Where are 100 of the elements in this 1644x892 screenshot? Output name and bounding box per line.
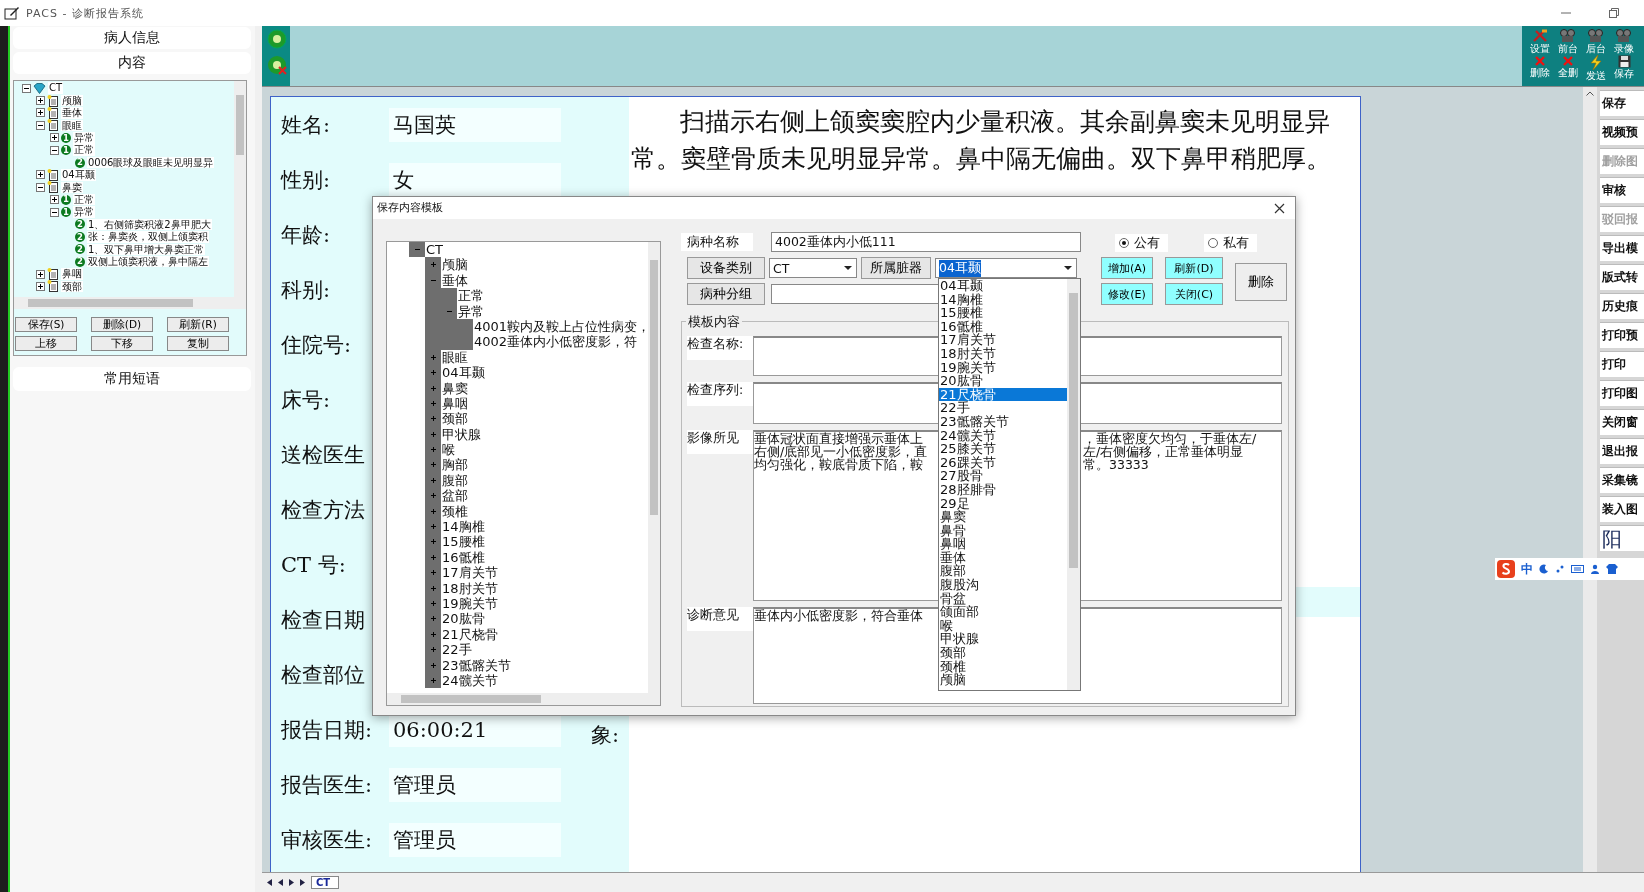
panel-header[interactable]: 常用短语 <box>13 367 251 391</box>
list-option[interactable]: 18肘关节 <box>939 346 1067 361</box>
tree-item[interactable]: 眼眶 <box>61 119 83 132</box>
close-icon[interactable] <box>1274 202 1285 214</box>
dropdown-field[interactable]: 04耳颞 <box>935 258 1077 278</box>
list-option[interactable]: 垂体 <box>939 550 1067 565</box>
tree-item[interactable]: 鼻窦 <box>61 181 83 194</box>
toolbar-button[interactable]: 设置 <box>1526 29 1554 55</box>
panel-header[interactable]: 病人信息 <box>13 27 251 49</box>
list-option[interactable]: 19腕关节 <box>939 360 1067 375</box>
tree-item[interactable]: 鼻咽 <box>441 395 468 412</box>
list-option[interactable]: 颈椎 <box>939 659 1067 674</box>
panel-button[interactable]: 上移 <box>15 336 77 351</box>
dropdown-field[interactable]: CT <box>769 258 857 278</box>
radio-button[interactable] <box>1119 238 1129 248</box>
toolbar-button[interactable]: 后台 <box>1582 29 1610 55</box>
toolbar-button[interactable]: 前台 <box>1554 29 1582 55</box>
list-option[interactable]: 喉 <box>939 618 1067 633</box>
tree-item[interactable]: 张：鼻窦炎，双侧上颌窦积 <box>87 231 209 243</box>
tree-item[interactable]: 15腰椎 <box>441 534 485 550</box>
list-option[interactable]: 骨盆 <box>939 591 1067 606</box>
panel-button[interactable]: 下移 <box>91 336 153 351</box>
side-button[interactable]: 视频预 <box>1600 119 1644 145</box>
list-option[interactable]: 22手 <box>939 401 1067 415</box>
tree-item[interactable]: CT <box>48 82 64 94</box>
panel-header[interactable]: 内容 <box>13 52 251 74</box>
tree-item[interactable]: 胸部 <box>441 457 468 473</box>
side-button[interactable]: 版式转 <box>1600 264 1644 290</box>
expander-icon[interactable] <box>50 207 59 217</box>
group-button[interactable]: 病种分组 <box>687 283 765 305</box>
tree-item[interactable]: 异常 <box>457 303 484 319</box>
punctuation-icon[interactable] <box>1555 564 1565 574</box>
tree-item[interactable]: 颅脑 <box>441 257 468 273</box>
side-button[interactable]: 采集镜 <box>1600 467 1644 493</box>
expander-icon[interactable] <box>36 182 45 192</box>
action-button[interactable]: 修改(E) <box>1101 283 1153 305</box>
list-option[interactable]: 26踝关节 <box>939 455 1067 470</box>
action-button[interactable]: 增加(A) <box>1101 257 1153 279</box>
side-button[interactable]: 装入图 <box>1600 496 1644 522</box>
list-option[interactable]: 28胫腓骨 <box>939 482 1067 497</box>
list-option[interactable]: 鼻骨 <box>939 523 1067 538</box>
expander-icon[interactable] <box>36 108 45 118</box>
tree-item[interactable]: 16骶椎 <box>441 549 485 566</box>
list-option[interactable]: 27股骨 <box>939 469 1067 483</box>
scrollbar[interactable] <box>1583 87 1597 872</box>
tree-item[interactable]: 0006眼球及眼眶未见明显异 <box>87 156 215 169</box>
tree-item[interactable]: 眼眶 <box>441 349 468 366</box>
panel-button[interactable]: 删除(D) <box>91 317 153 332</box>
side-button[interactable]: 打印图 <box>1600 380 1644 406</box>
panel-button[interactable]: 保存(S) <box>15 317 77 332</box>
tree-item[interactable]: 17肩关节 <box>441 565 498 581</box>
field-value[interactable]: 管理员 <box>389 822 561 857</box>
circle-icon[interactable] <box>267 29 287 49</box>
list-option[interactable]: 鼻咽 <box>939 537 1067 551</box>
tree-item[interactable]: 正常 <box>73 193 95 206</box>
toolbar-button[interactable]: 全删 <box>1554 55 1582 81</box>
tree-item[interactable]: 双侧上颌窦积液，鼻中隔左 <box>87 255 209 268</box>
tree-item[interactable]: 24髋关节 <box>441 672 498 689</box>
tree-item[interactable]: 甲状腺 <box>441 426 481 443</box>
action-button[interactable]: 删除 <box>1235 263 1287 301</box>
list-option[interactable]: 甲状腺 <box>939 632 1067 647</box>
input-mode-label[interactable]: 中 <box>1521 560 1533 578</box>
list-option[interactable]: 腹股沟 <box>939 578 1067 592</box>
toolbar-button[interactable]: 录像 <box>1610 29 1638 55</box>
list-option[interactable]: 颅脑 <box>939 673 1067 687</box>
toolbar-button[interactable]: 发送 <box>1582 55 1610 81</box>
tree-item[interactable]: 异常 <box>73 132 95 144</box>
tree-item[interactable]: 颅脑 <box>61 94 83 107</box>
tree-item[interactable]: 21尺桡骨 <box>441 626 498 643</box>
action-button[interactable]: 刷新(D) <box>1165 257 1223 279</box>
moon-icon[interactable] <box>1539 564 1549 574</box>
list-option[interactable]: 21尺桡骨 <box>939 387 1067 402</box>
action-button[interactable]: 关闭(C) <box>1165 283 1223 305</box>
field-value[interactable]: 女 <box>389 162 561 197</box>
person-icon[interactable] <box>1590 564 1600 574</box>
side-button[interactable]: 历史痕 <box>1600 293 1644 319</box>
list-option[interactable]: 29足 <box>939 496 1067 511</box>
list-option[interactable]: 颈部 <box>939 646 1067 660</box>
shirt-icon[interactable] <box>1606 564 1618 574</box>
tree-item[interactable]: 垂体 <box>441 272 468 289</box>
list-option[interactable]: 14胸椎 <box>939 292 1067 307</box>
sheet-tab[interactable]: CT <box>311 876 340 889</box>
tree-item[interactable]: 23骶髂关节 <box>441 657 511 673</box>
tree-item[interactable]: 20肱骨 <box>441 611 485 627</box>
tree-item[interactable]: 22手 <box>441 642 472 658</box>
panel-button[interactable]: 复制 <box>167 336 229 351</box>
tree-item[interactable]: CT <box>425 242 444 258</box>
side-button[interactable]: 审核 <box>1600 177 1644 203</box>
expander-icon[interactable] <box>50 133 59 143</box>
expander-icon[interactable] <box>50 145 59 155</box>
organ-button[interactable]: 所属脏器 <box>861 257 931 279</box>
expander-icon[interactable] <box>36 120 45 130</box>
tree-item[interactable]: 1、双下鼻甲增大鼻窦正常 <box>87 243 206 255</box>
tree-item[interactable]: 1、右侧筛窦积液2鼻甲肥大 <box>87 218 212 231</box>
tree-item[interactable]: 异常 <box>73 206 95 218</box>
scrollbar[interactable] <box>1067 279 1080 690</box>
tree-item[interactable]: 垂体 <box>61 107 83 119</box>
list-option[interactable]: 腹部 <box>939 564 1067 579</box>
list-option[interactable]: 16骶椎 <box>939 319 1067 334</box>
tree-item[interactable]: 鼻咽 <box>61 268 83 280</box>
